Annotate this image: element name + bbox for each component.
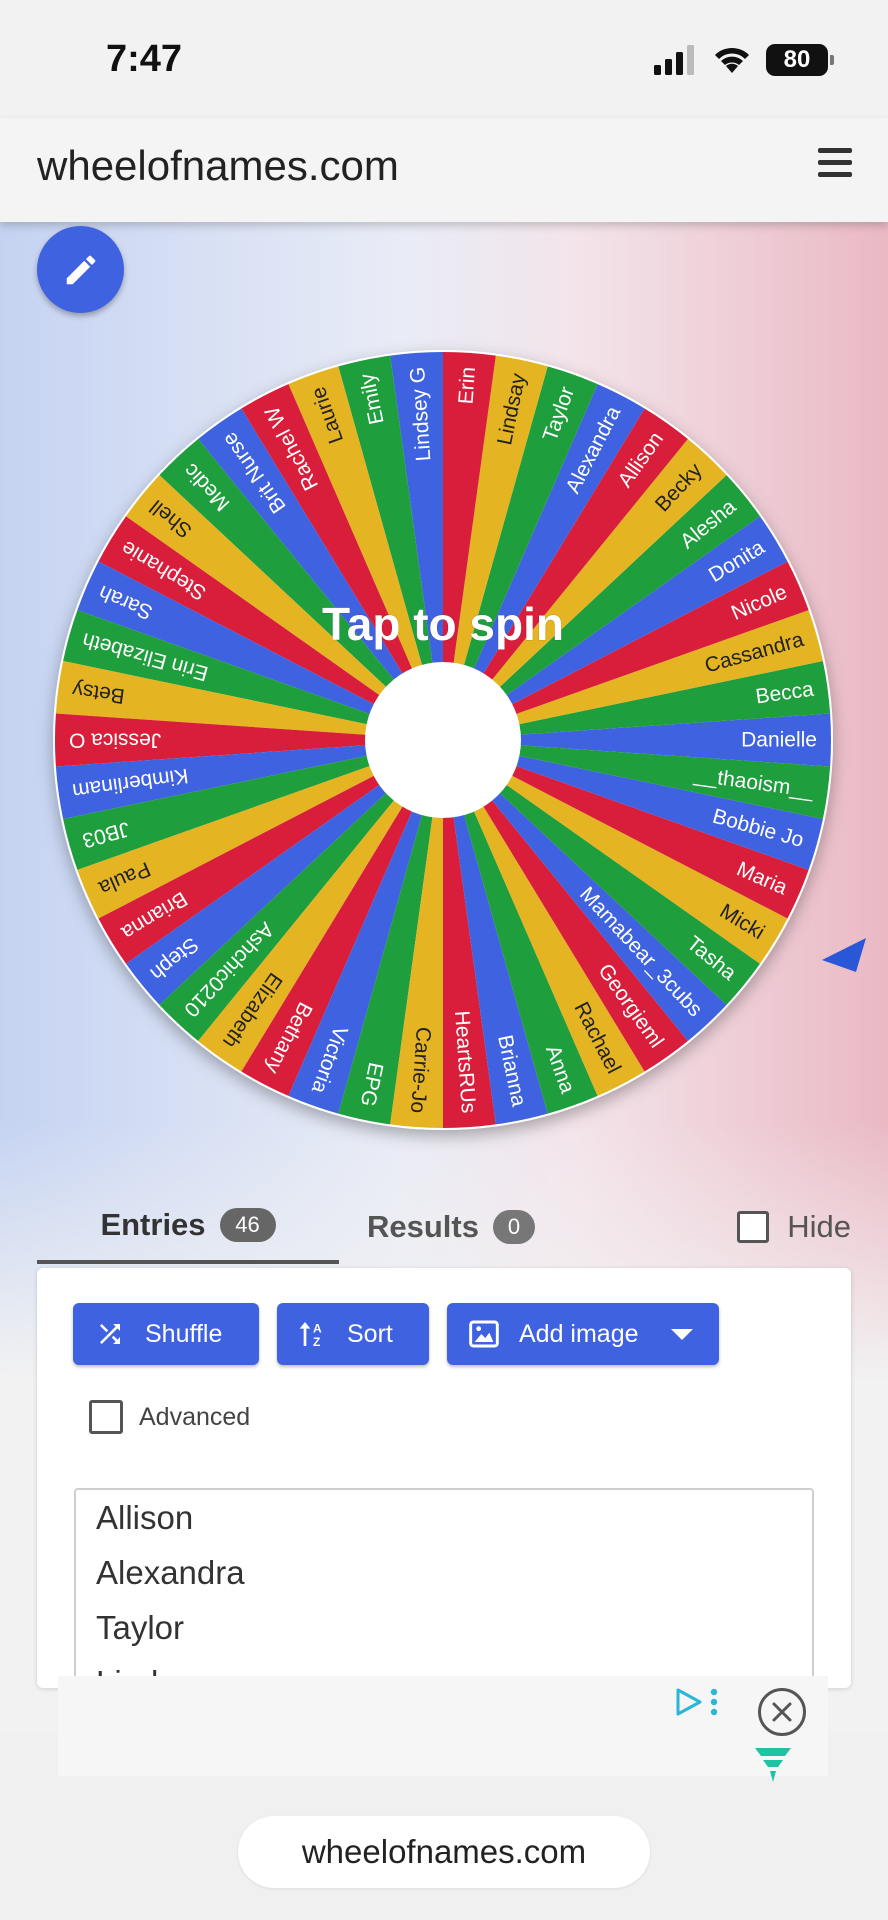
svg-text:A: A xyxy=(313,1322,322,1336)
ad-network-logo-icon xyxy=(755,1748,791,1782)
wheel-center-hub[interactable] xyxy=(365,662,521,818)
shuffle-label: Shuffle xyxy=(145,1319,223,1348)
entry-line: Allison xyxy=(96,1499,194,1536)
status-icons: 80 xyxy=(654,44,834,76)
hamburger-menu-icon[interactable] xyxy=(818,148,852,182)
add-image-button[interactable]: Add image xyxy=(447,1303,719,1365)
cellular-signal-icon xyxy=(654,45,694,75)
tab-results[interactable]: Results 0 xyxy=(367,1190,535,1264)
status-bar: 7:47 80 xyxy=(0,0,888,118)
status-time: 7:47 xyxy=(106,38,183,80)
shuffle-button[interactable]: Shuffle xyxy=(73,1303,259,1365)
ad-banner[interactable] xyxy=(58,1676,828,1782)
advanced-checkbox[interactable] xyxy=(89,1400,123,1434)
tabs: Entries 46 Results 0 Hide xyxy=(37,1190,851,1264)
wheel-segment-label: Danielle xyxy=(741,729,817,752)
sort-icon: A Z xyxy=(299,1322,322,1349)
tab-entries-label: Entries xyxy=(100,1207,206,1242)
wheel-segment-label: Jessica O xyxy=(69,729,161,752)
edit-button[interactable] xyxy=(37,226,124,313)
close-icon xyxy=(772,1702,792,1722)
pencil-icon xyxy=(66,255,95,284)
caret-down-icon xyxy=(670,1329,693,1340)
image-icon xyxy=(469,1320,499,1348)
wheel-pointer-icon xyxy=(822,938,866,972)
advanced-label: Advanced xyxy=(139,1402,251,1431)
add-image-label: Add image xyxy=(519,1319,639,1348)
battery-level: 80 xyxy=(783,46,811,73)
tab-results-label: Results xyxy=(367,1209,479,1244)
shuffle-icon xyxy=(100,1324,120,1344)
battery-indicator: 80 xyxy=(766,44,834,76)
advanced-toggle[interactable]: Advanced xyxy=(89,1400,250,1434)
hide-label: Hide xyxy=(787,1209,851,1244)
hide-toggle[interactable]: Hide xyxy=(737,1190,851,1264)
wheel[interactable]: DanielleBeccaCassandraNicoleDonitaAlesha… xyxy=(0,222,888,1162)
tab-entries[interactable]: Entries 46 xyxy=(37,1190,339,1264)
tap-to-spin-label[interactable]: Tap to spin xyxy=(322,598,565,651)
address-bar-url: wheelofnames.com xyxy=(301,1833,587,1870)
sort-button[interactable]: A Z Sort xyxy=(277,1303,429,1365)
results-count-badge: 0 xyxy=(492,1210,535,1244)
entries-count-badge: 46 xyxy=(219,1208,276,1242)
ad-choices-icon[interactable] xyxy=(674,1682,734,1722)
wheel-segment-label: Erin xyxy=(454,366,479,405)
hide-checkbox[interactable] xyxy=(737,1211,770,1243)
sort-label: Sort xyxy=(347,1319,393,1348)
entries-textarea[interactable]: Allison Alexandra Taylor Lindsay xyxy=(74,1488,814,1688)
ad-close-button[interactable] xyxy=(758,1688,806,1736)
address-bar[interactable]: wheelofnames.com xyxy=(238,1816,650,1888)
site-title[interactable]: wheelofnames.com xyxy=(37,142,399,190)
entries-panel: Shuffle A Z Sort Add image Advanced Alli… xyxy=(37,1268,851,1688)
entry-line: Taylor xyxy=(96,1609,185,1646)
svg-text:Z: Z xyxy=(313,1335,320,1349)
entry-line: Alexandra xyxy=(96,1554,245,1591)
wifi-icon xyxy=(715,47,749,73)
site-header: wheelofnames.com xyxy=(0,118,888,222)
